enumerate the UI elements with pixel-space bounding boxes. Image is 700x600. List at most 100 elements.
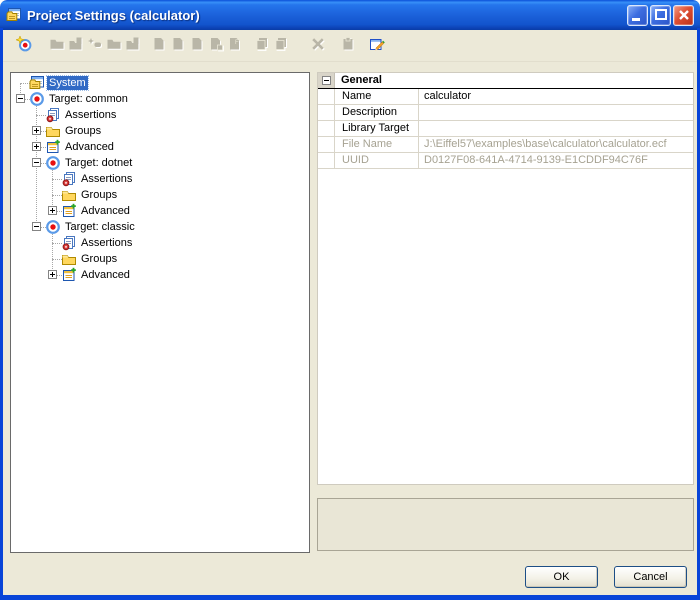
folder-tree-icon <box>61 187 77 203</box>
property-row-uuid: UUIDD0127F08-641A-4714-9139-E1CDDF94C76F <box>318 153 693 169</box>
edit-configuration-button[interactable] <box>367 34 386 58</box>
section-header-general[interactable]: General <box>318 73 693 89</box>
tree-item-assertions[interactable]: Assertions <box>11 107 309 123</box>
project-settings-dialog: Project Settings (calculator) F SystemTa… <box>0 0 700 600</box>
close-button[interactable] <box>673 5 694 26</box>
tree-item-label: Assertions <box>63 108 118 122</box>
property-row-file-name: File NameJ:\Eiffel57\examples\base\calcu… <box>318 137 693 153</box>
cancel-button[interactable]: Cancel <box>614 566 687 588</box>
tree-item-target-common[interactable]: Target: common <box>11 91 309 107</box>
property-label: Description <box>335 105 419 120</box>
tree-item-system[interactable]: System <box>11 75 309 91</box>
expand-icon[interactable] <box>48 270 57 279</box>
folder-icon <box>49 36 65 55</box>
clipboard-icon <box>340 36 356 55</box>
maximize-button[interactable] <box>650 5 671 26</box>
property-grid: General NamecalculatorDescriptionLibrary… <box>317 72 694 485</box>
property-value[interactable] <box>419 105 693 120</box>
property-label: Library Target <box>335 121 419 136</box>
tree-item-label: Advanced <box>79 204 132 218</box>
tree-item-groups[interactable]: Groups <box>11 251 309 267</box>
expand-icon[interactable] <box>32 142 41 151</box>
tree-item-label: Advanced <box>63 140 116 154</box>
window-border <box>0 595 700 600</box>
ok-button[interactable]: OK <box>525 566 598 588</box>
doc-icon <box>151 36 167 55</box>
property-row-indent <box>318 137 335 152</box>
toolbar-button-7-button <box>149 34 168 58</box>
new-target-icon <box>16 36 32 55</box>
property-label: File Name <box>335 137 419 152</box>
rename-icon <box>87 36 103 55</box>
toolbar-group <box>252 34 290 58</box>
property-row-indent <box>318 89 335 104</box>
doc-badge-icon <box>208 36 224 55</box>
description-panel <box>317 498 694 551</box>
property-value: D0127F08-641A-4714-9139-E1CDDF94C76F <box>419 153 693 168</box>
doc-icon <box>170 36 186 55</box>
assertions-icon <box>45 107 61 123</box>
assertions-icon <box>61 235 77 251</box>
toolbar-button-8-button <box>168 34 187 58</box>
folder-docs-icon <box>125 36 141 55</box>
advanced-icon <box>61 267 77 283</box>
toolbar-button-6-button <box>123 34 142 58</box>
property-label: Name <box>335 89 419 104</box>
tree-item-advanced[interactable]: Advanced <box>11 203 309 219</box>
tree-item-assertions[interactable]: Assertions <box>11 171 309 187</box>
collapse-icon[interactable] <box>32 222 41 231</box>
window-icon <box>6 7 22 23</box>
folder-docs-icon <box>68 36 84 55</box>
svg-text:F: F <box>235 40 239 46</box>
doc-f-icon: F <box>227 36 243 55</box>
target-icon <box>45 219 61 235</box>
tree-item-label: Target: classic <box>63 220 137 234</box>
toolbar-button-11-button: F <box>225 34 244 58</box>
tree-item-target-dotnet[interactable]: Target: dotnet <box>11 155 309 171</box>
property-label: UUID <box>335 153 419 168</box>
docs-icon <box>254 36 270 55</box>
tree-item-advanced[interactable]: Advanced <box>11 139 309 155</box>
advanced-icon <box>61 203 77 219</box>
collapse-icon[interactable] <box>32 158 41 167</box>
tree-item-label: Assertions <box>79 236 134 250</box>
tree-item-target-classic[interactable]: Target: classic <box>11 219 309 235</box>
collapse-icon[interactable] <box>16 94 25 103</box>
tree-item-label: Groups <box>79 252 119 266</box>
toolbar-button-9-button <box>187 34 206 58</box>
property-row-indent <box>318 121 335 136</box>
docs-icon <box>273 36 289 55</box>
system-icon <box>29 75 45 91</box>
property-value[interactable] <box>419 121 693 136</box>
minimize-button[interactable] <box>627 5 648 26</box>
target-icon <box>45 155 61 171</box>
window-border <box>0 28 3 600</box>
property-value: J:\Eiffel57\examples\base\calculator\cal… <box>419 137 693 152</box>
tree-item-label: Target: common <box>47 92 130 106</box>
window-title: Project Settings (calculator) <box>27 8 627 23</box>
tree-item-groups[interactable]: Groups <box>11 123 309 139</box>
tree-item-advanced[interactable]: Advanced <box>11 267 309 283</box>
property-row-indent <box>318 105 335 120</box>
folder-icon <box>106 36 122 55</box>
property-value[interactable]: calculator <box>419 89 693 104</box>
toolbar-button-12-button <box>252 34 271 58</box>
toolbar-group: F <box>149 34 244 58</box>
collapse-icon[interactable] <box>322 76 331 85</box>
titlebar[interactable]: Project Settings (calculator) <box>0 0 700 30</box>
tree-item-assertions[interactable]: Assertions <box>11 235 309 251</box>
new-target-button[interactable] <box>14 34 33 58</box>
section-title: General <box>335 73 693 88</box>
toolbar-group <box>308 34 327 58</box>
tree-item-label: Target: dotnet <box>63 156 134 170</box>
delete-button <box>308 34 327 58</box>
toolbar-button-13-button <box>271 34 290 58</box>
toolbar-button-15-button <box>338 34 357 58</box>
toolbar-group <box>338 34 357 58</box>
tree-item-groups[interactable]: Groups <box>11 187 309 203</box>
expand-icon[interactable] <box>32 126 41 135</box>
toolbar-button-5-button <box>104 34 123 58</box>
tree-item-label: Assertions <box>79 172 134 186</box>
toolbar-group <box>14 34 33 58</box>
expand-icon[interactable] <box>48 206 57 215</box>
